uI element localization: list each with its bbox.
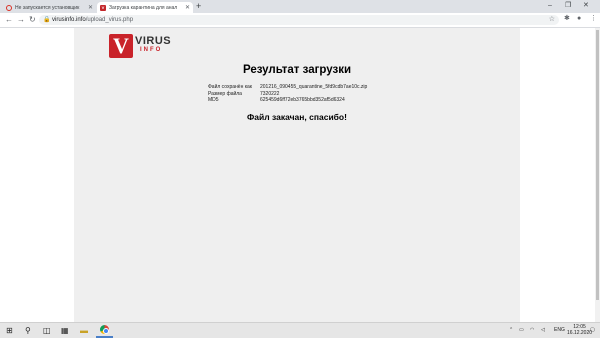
upload-info: Файл сохранён как 201216_090455_quaranti… <box>208 84 367 104</box>
info-value: 201216_090455_quarantine_5fd9cdb7ae10c.z… <box>260 84 368 90</box>
close-icon[interactable]: ✕ <box>185 4 190 11</box>
tab-upload[interactable]: V Загрузка карантина для анал ✕ <box>97 2 193 13</box>
wifi-icon[interactable]: ◠ <box>530 326 534 334</box>
address-bar[interactable]: 🔒 virusinfo.info/upload_virus.php ☆ <box>39 15 559 25</box>
browser-toolbar: ← → ↻ 🔒 virusinfo.info/upload_virus.php … <box>0 13 600 28</box>
task-view-icon[interactable]: ◫ <box>43 325 51 336</box>
windows-start-icon[interactable]: ⊞ <box>6 325 13 336</box>
logo-word-info: INFO <box>140 47 163 53</box>
clock-date: 16.12.2020 <box>567 330 593 336</box>
vertical-scrollbar[interactable] <box>595 28 600 322</box>
close-icon[interactable]: ✕ <box>88 4 93 11</box>
reload-icon[interactable]: ↻ <box>29 15 36 25</box>
success-message: Файл закачан, спасибо! <box>247 112 347 122</box>
favicon-icon <box>6 4 12 11</box>
tab-installer[interactable]: Не запускается установщик ✕ <box>3 2 96 13</box>
url-text: virusinfo.info/upload_virus.php <box>52 17 134 23</box>
new-tab-icon[interactable]: + <box>196 2 201 11</box>
profile-icon[interactable]: ● <box>577 14 581 24</box>
page-viewport: V VIRUS INFO Результат загрузки Файл сох… <box>0 28 600 322</box>
tray-chevron-icon[interactable]: ⌃ <box>509 326 513 334</box>
chrome-icon[interactable] <box>100 325 109 334</box>
network-icon[interactable]: ▭ <box>519 326 524 334</box>
bookmark-star-icon[interactable]: ☆ <box>549 16 555 24</box>
logo-mark: V <box>109 34 133 58</box>
info-row-md5: MD5 625459d6ff72eb3765bbd352af5d6324 <box>208 97 367 104</box>
file-explorer-icon[interactable]: ▬ <box>80 325 88 336</box>
maximize-icon[interactable]: ❐ <box>565 1 571 10</box>
taskbar: ⊞ ⚲ ◫ ▦ ▬ ⌃ ▭ ◠ ◁ ENG 12:05 16.12.2020 ▢ <box>0 322 600 338</box>
info-row-size: Размер файла 7320222 <box>208 91 367 98</box>
window-close-icon[interactable]: ✕ <box>583 1 589 10</box>
clock[interactable]: 12:05 16.12.2020 <box>567 324 592 336</box>
logo-word-virus: VIRUS <box>135 35 172 47</box>
info-label: MD5 <box>208 97 219 104</box>
minimize-icon[interactable]: – <box>548 1 552 10</box>
taskbar-app-icon[interactable]: ▦ <box>61 325 69 336</box>
info-value: 625459d6ff72eb3765bbd352af5d6324 <box>260 97 345 104</box>
page-title: Результат загрузки <box>242 64 352 76</box>
language-indicator[interactable]: ENG <box>554 326 565 334</box>
forward-icon[interactable]: → <box>17 15 25 25</box>
menu-icon[interactable]: ⋮ <box>590 14 597 24</box>
info-label: Размер файла <box>208 90 242 97</box>
tab-title: Не запускается установщик <box>15 4 80 11</box>
notifications-icon[interactable]: ▢ <box>590 326 595 334</box>
info-label: Файл сохранён как <box>208 84 252 90</box>
tab-strip: Не запускается установщик ✕ V Загрузка к… <box>0 0 600 13</box>
page-content: V VIRUS INFO Результат загрузки Файл сох… <box>74 28 520 322</box>
volume-icon[interactable]: ◁ <box>541 326 545 334</box>
info-value: 7320222 <box>260 90 280 97</box>
scrollbar-thumb[interactable] <box>596 30 599 300</box>
back-icon[interactable]: ← <box>5 15 13 25</box>
virusinfo-logo[interactable]: V VIRUS INFO <box>109 34 173 58</box>
lock-icon: 🔒 <box>43 17 51 23</box>
extensions-icon[interactable]: ✱ <box>564 14 570 24</box>
tab-title: Загрузка карантина для анал <box>109 4 178 11</box>
search-icon[interactable]: ⚲ <box>25 325 31 336</box>
virusinfo-favicon-icon: V <box>100 4 106 11</box>
info-row-filename: Файл сохранён как 201216_090455_quaranti… <box>208 84 367 91</box>
